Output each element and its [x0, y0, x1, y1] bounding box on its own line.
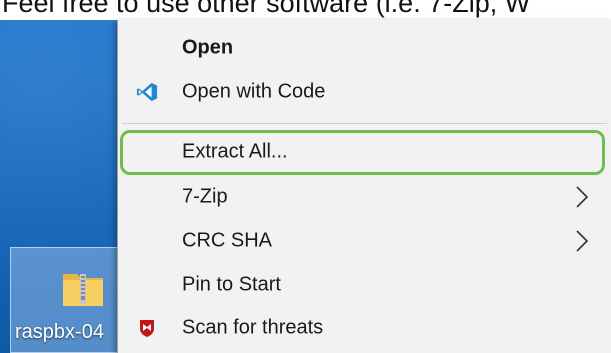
screenshot-stage: Feel free to use other software (i.e. 7-… — [0, 0, 611, 353]
vscode-icon — [136, 82, 158, 102]
menu-item-open[interactable]: Open — [118, 26, 611, 70]
menu-item-pin-to-start[interactable]: Pin to Start — [118, 263, 611, 307]
chevron-right-icon — [576, 230, 589, 252]
zip-folder-icon — [63, 274, 103, 306]
caption-text: Feel free to use other software (i.e. 7-… — [2, 0, 531, 18]
menu-item-extract-all[interactable]: Extract All... — [118, 130, 611, 174]
menu-item-label: CRC SHA — [182, 229, 273, 252]
context-menu: Open Open with Code Extract All... 7-Zip… — [117, 20, 611, 353]
menu-item-label: Extract All... — [182, 140, 288, 163]
menu-item-open-with-code[interactable]: Open with Code — [118, 70, 611, 114]
chevron-right-icon — [576, 186, 589, 208]
menu-item-label: 7-Zip — [182, 185, 228, 208]
menu-item-scan-for-threats[interactable]: Scan for threats — [118, 306, 611, 350]
mcafee-shield-icon — [140, 320, 154, 337]
desktop-icon-label: raspbx-04 — [15, 321, 104, 343]
menu-item-label: Open — [182, 36, 234, 59]
menu-separator — [122, 123, 607, 124]
menu-item-label: Open with Code — [182, 80, 326, 103]
menu-item-crc-sha[interactable]: CRC SHA — [118, 219, 611, 263]
menu-item-7-zip[interactable]: 7-Zip — [118, 175, 611, 219]
menu-item-label: Scan for threats — [182, 316, 324, 339]
desktop-icon-selected[interactable]: raspbx-04 — [10, 247, 130, 353]
menu-item-label: Pin to Start — [182, 273, 281, 296]
